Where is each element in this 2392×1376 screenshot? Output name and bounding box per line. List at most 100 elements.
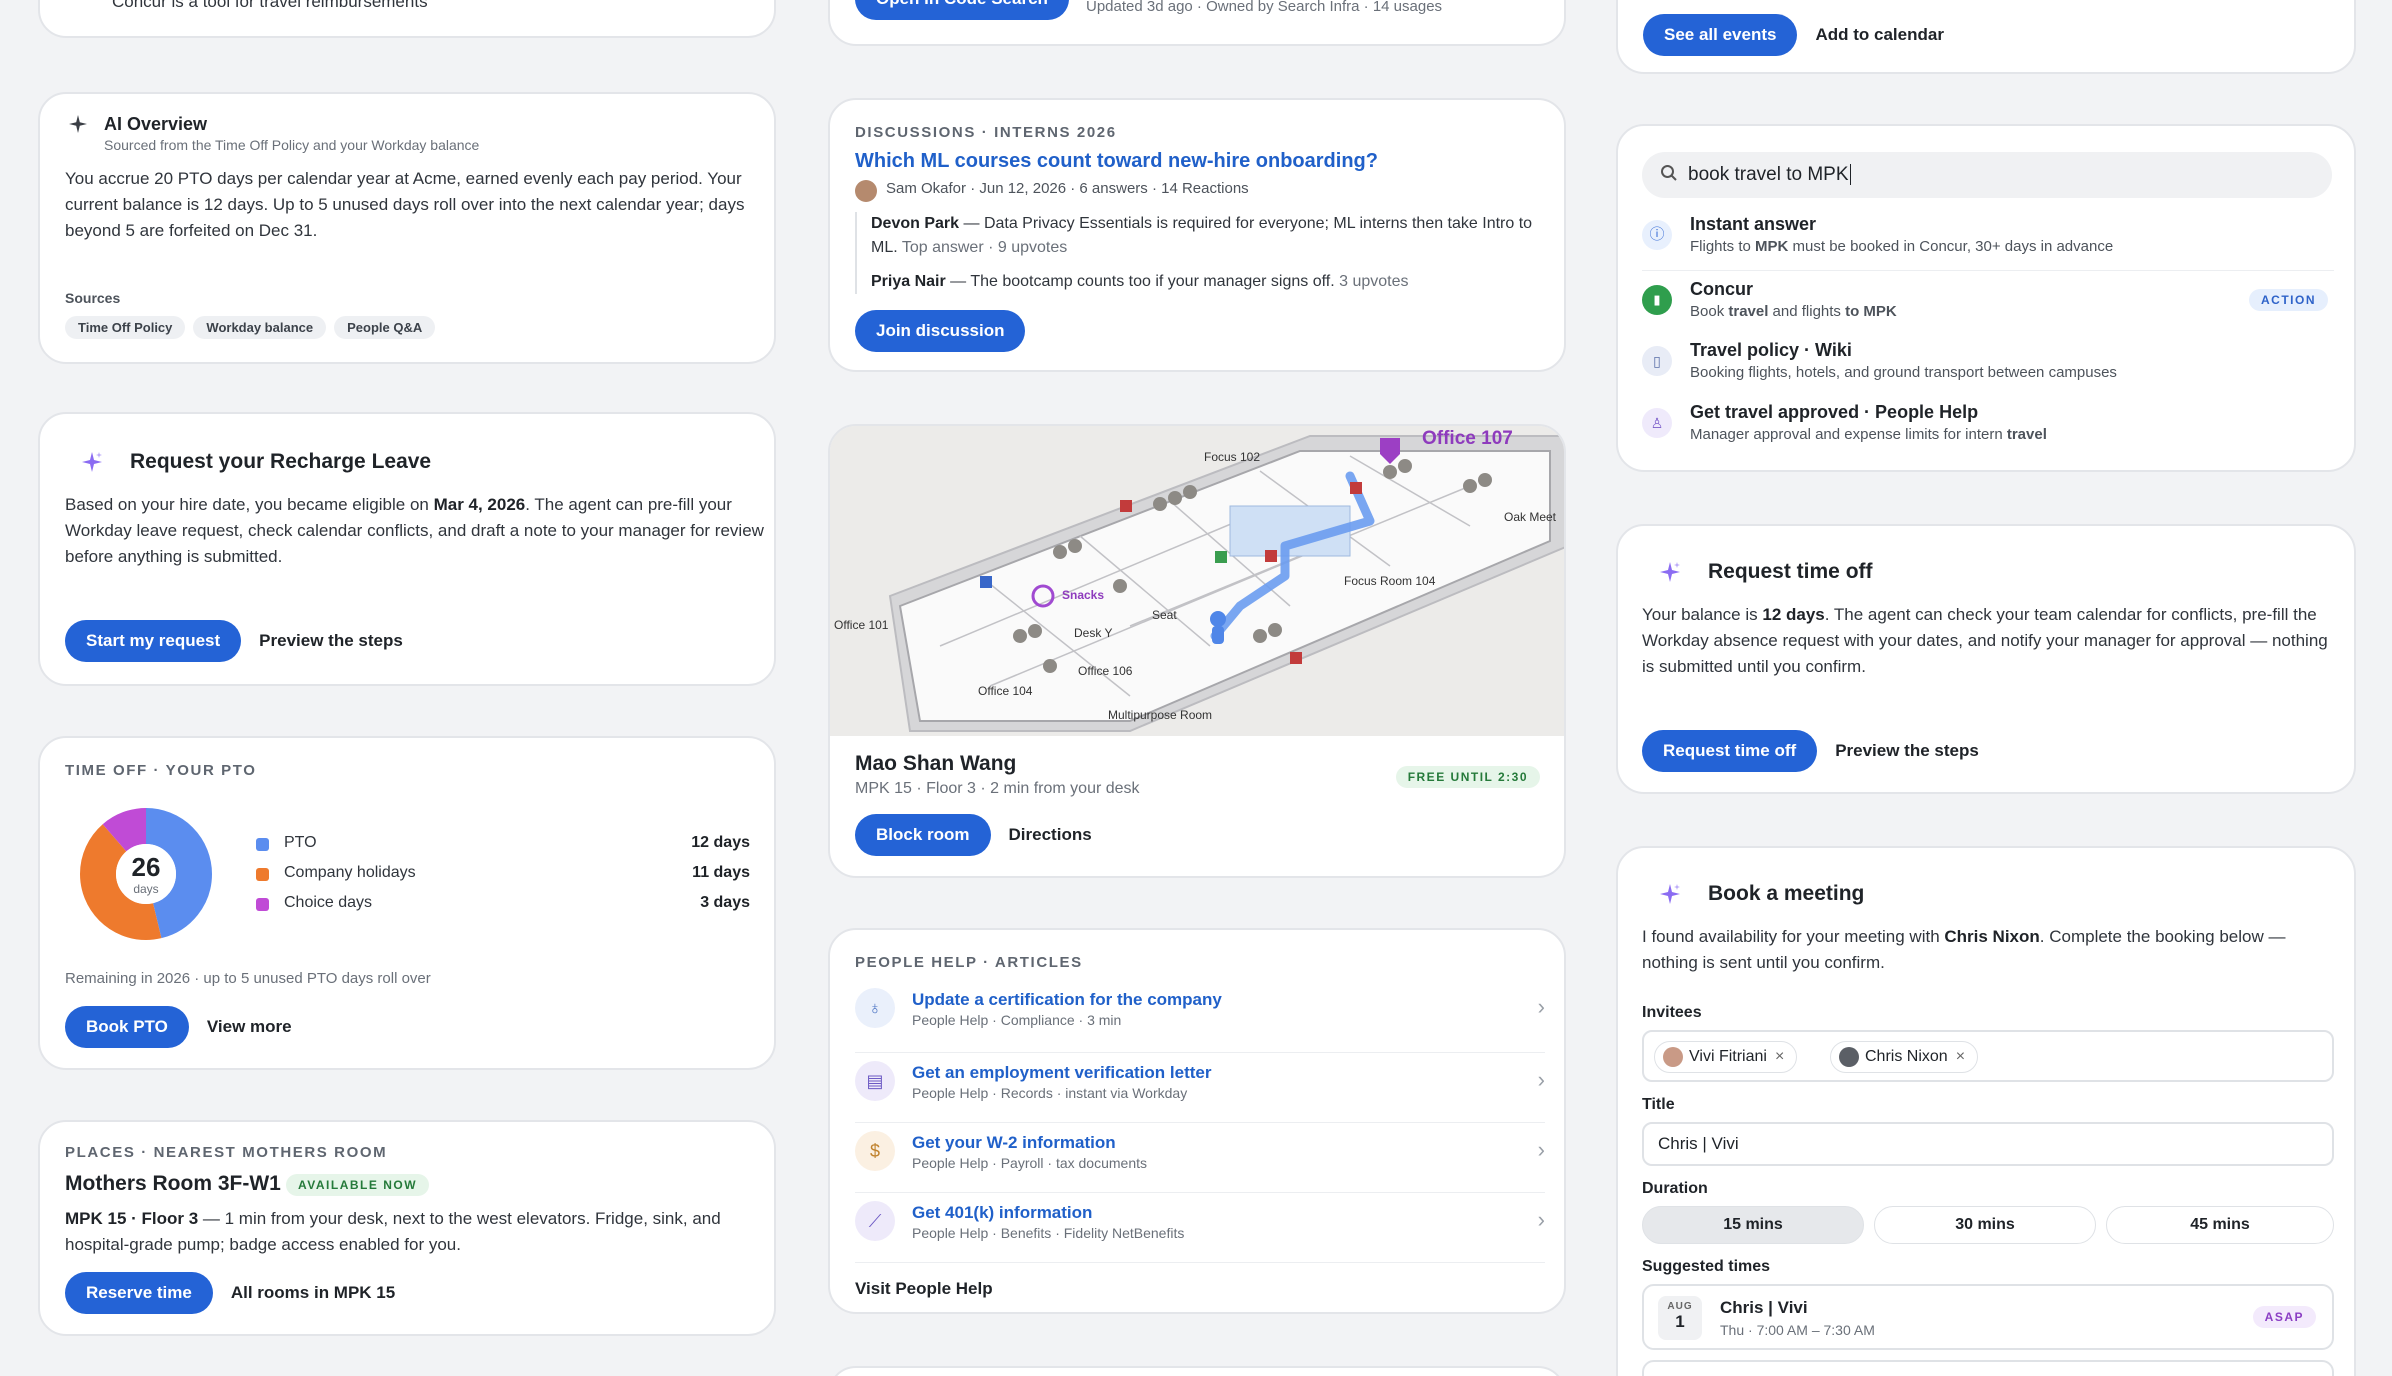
remove-icon[interactable]: × (1956, 1048, 1965, 1065)
block-room-button[interactable]: Block room (855, 814, 991, 856)
sparkle-icon (80, 450, 104, 479)
chevron-right-icon: › (1537, 994, 1545, 1019)
map-label-snacks: Snacks (1062, 588, 1105, 602)
pto-card: TIME OFF · YOUR PTO 26 days PTO 12 days Co… (38, 736, 776, 1070)
chevron-right-icon: › (1537, 1067, 1545, 1092)
free-until-badge: FREE UNTIL 2:30 (1395, 766, 1540, 788)
duration-option-45[interactable]: 45 mins (2106, 1206, 2334, 1244)
article-meta: People Help · Payroll · tax documents (912, 1155, 1147, 1171)
legend-label: Company holidays (284, 864, 416, 881)
request-time-off-button[interactable]: Request time off (1642, 730, 1818, 772)
wiki-icon: ▯ (1642, 346, 1672, 376)
floor-map[interactable]: Office 107 Focus 102 Oak Meet Focus Room… (830, 426, 1564, 736)
available-badge: AVAILABLE NOW (286, 1174, 430, 1196)
search-result-item[interactable]: ▮ Concur Book travel and flights to MPK … (1642, 270, 2334, 332)
article-item[interactable]: $ Get your W-2 information People Help ·… (855, 1122, 1545, 1192)
visit-people-help-link[interactable]: Visit People Help (855, 1279, 993, 1299)
discussion-meta: Sam Okafor · Jun 12, 2026 · 6 answers · … (886, 180, 1249, 197)
legend-label: PTO (284, 834, 317, 851)
article-meta: People Help · Compliance · 3 min (912, 1012, 1122, 1028)
legend-swatch (256, 838, 269, 851)
search-result-item[interactable]: ▯ Travel policy · Wiki Booking flights, … (1642, 332, 2334, 394)
events-actions: See all events Add to calendar (1643, 14, 1944, 56)
mothers-room-title: Mothers Room 3F-W1 (65, 1172, 281, 1195)
book-pto-button[interactable]: Book PTO (65, 1006, 189, 1048)
pto-legend-row: Company holidays 11 days (256, 864, 750, 894)
result-subtitle: Manager approval and expense limits for … (1690, 426, 2047, 443)
suggestion-title: Chris | Vivi (1720, 1298, 1808, 1317)
time-off-actions: Request time off Preview the steps (1642, 730, 1979, 772)
discussion-eyebrow: DISCUSSIONS · INTERNS 2026 (855, 124, 1117, 141)
view-more-button[interactable]: View more (207, 1006, 292, 1048)
map-label-oakmeet: Oak Meet (1504, 510, 1557, 524)
pto-donut-chart: 26 days (80, 808, 212, 940)
article-title-link[interactable]: Get 401(k) information (912, 1203, 1092, 1223)
mothers-room-actions: Reserve time All rooms in MPK 15 (65, 1272, 395, 1314)
duration-option-15[interactable]: 15 mins (1642, 1206, 1864, 1244)
ai-overview-subtitle: Sourced from the Time Off Policy and you… (104, 137, 480, 153)
info-icon: ⓘ (1642, 220, 1672, 250)
suggested-time-slot[interactable] (1642, 1360, 2334, 1376)
suggested-time-slot[interactable]: AUG 1 Chris | Vivi Thu · 7:00 AM – 7:30 … (1642, 1284, 2334, 1350)
article-item[interactable]: ⟋ Get 401(k) information People Help · B… (855, 1192, 1545, 1262)
chart-icon: ⟋ (855, 1201, 895, 1241)
concur-info-text: Concur is a tool for travel reimbursemen… (112, 0, 428, 11)
directions-button[interactable]: Directions (1009, 814, 1092, 856)
result-title: Get travel approved · People Help (1690, 402, 1979, 422)
suggestion-time: Thu · 7:00 AM – 7:30 AM (1720, 1322, 1875, 1338)
source-pill[interactable]: Time Off Policy (65, 316, 186, 339)
answer-item: Devon Park — Data Privacy Essentials is … (871, 215, 1533, 256)
search-result-item[interactable]: ⓘ Instant answer Flights to MPK must be … (1642, 208, 2334, 270)
article-title-link[interactable]: Get your W-2 information (912, 1133, 1116, 1153)
all-rooms-button[interactable]: All rooms in MPK 15 (231, 1272, 395, 1314)
invitees-field[interactable]: Vivi Fitriani × Chris Nixon × (1642, 1030, 2334, 1082)
mothers-room-eyebrow: PLACES · NEAREST MOTHERS ROOM (65, 1144, 388, 1161)
add-to-calendar-button[interactable]: Add to calendar (1815, 14, 1943, 56)
duration-selector: 15 mins 30 mins 45 mins (1642, 1206, 2334, 1244)
legend-swatch (256, 898, 269, 911)
invitees-label: Invitees (1642, 1004, 1702, 1021)
start-request-button[interactable]: Start my request (65, 620, 242, 662)
search-results: ⓘ Instant answer Flights to MPK must be … (1642, 208, 2334, 456)
map-label-focus104: Focus Room 104 (1344, 574, 1436, 588)
pto-eyebrow: TIME OFF · YOUR PTO (65, 762, 257, 779)
result-title: Concur (1690, 279, 1753, 299)
recharge-body: Based on your hire date, you became elig… (65, 495, 764, 566)
preview-steps-button[interactable]: Preview the steps (1835, 730, 1979, 772)
discussion-card: DISCUSSIONS · INTERNS 2026 Which ML cour… (828, 98, 1566, 372)
discussion-title-link[interactable]: Which ML courses count toward new-hire o… (855, 150, 1378, 173)
code-search-actions: Open in Code Search (855, 0, 1069, 20)
join-discussion-button[interactable]: Join discussion (855, 310, 1026, 352)
meeting-body: I found availability for your meeting wi… (1642, 927, 2286, 972)
title-input[interactable]: Chris | Vivi (1642, 1122, 2334, 1166)
duration-option-30[interactable]: 30 mins (1874, 1206, 2096, 1244)
legend-value: 12 days (691, 834, 750, 851)
partial-card (828, 1366, 1566, 1376)
room-actions: Block room Directions (855, 814, 1092, 856)
article-item[interactable]: ♁ Update a certification for the company… (855, 982, 1545, 1052)
discussion-actions: Join discussion (855, 310, 1026, 352)
article-item[interactable]: ▤ Get an employment verification letter … (855, 1052, 1545, 1122)
map-label-desk: Desk Y (1074, 626, 1113, 640)
article-title-link[interactable]: Update a certification for the company (912, 990, 1222, 1010)
ai-overview-card: AI Overview Sourced from the Time Off Po… (38, 92, 776, 364)
see-all-events-button[interactable]: See all events (1643, 14, 1798, 56)
pto-total: 26 (131, 852, 161, 882)
reserve-time-button[interactable]: Reserve time (65, 1272, 213, 1314)
legend-value: 3 days (700, 894, 750, 911)
search-card: book travel to MPK ⓘ Instant answer Flig… (1616, 124, 2356, 472)
chevron-right-icon: › (1537, 1207, 1545, 1232)
open-code-search-button[interactable]: Open in Code Search (855, 0, 1069, 20)
article-title-link[interactable]: Get an employment verification letter (912, 1063, 1211, 1083)
legend-label: Choice days (284, 894, 373, 911)
source-pill[interactable]: Workday balance (193, 316, 327, 339)
source-pill[interactable]: People Q&A (334, 316, 436, 339)
search-result-item[interactable]: ♙ Get travel approved · People Help Mana… (1642, 394, 2334, 456)
answer-item: Priya Nair — The bootcamp counts too if … (871, 273, 1409, 290)
search-input[interactable]: book travel to MPK (1642, 152, 2332, 198)
remove-icon[interactable]: × (1775, 1048, 1784, 1065)
preview-steps-button[interactable]: Preview the steps (259, 620, 403, 662)
asap-badge: ASAP (2252, 1306, 2316, 1328)
ai-overview-title: AI Overview (104, 114, 208, 134)
discussion-answers: Devon Park — Data Privacy Essentials is … (855, 212, 1545, 294)
